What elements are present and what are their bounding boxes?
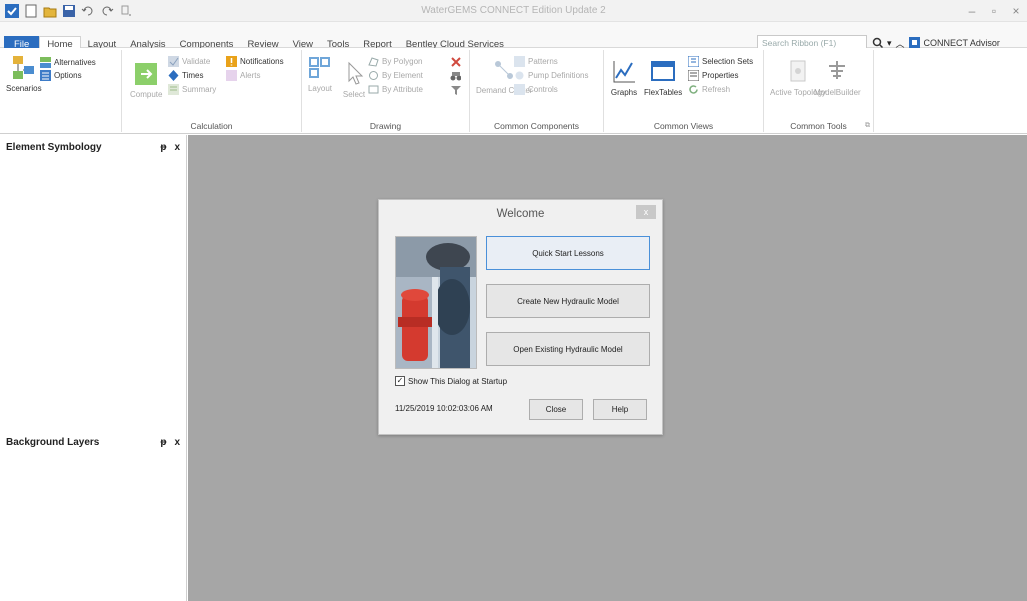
- compute-icon: [135, 63, 158, 85]
- alerts-button[interactable]: Alerts: [226, 70, 260, 81]
- controls-button[interactable]: Controls: [514, 84, 558, 95]
- checkbox-checked-icon[interactable]: ✓: [395, 376, 405, 386]
- times-icon: [168, 70, 179, 81]
- find-button[interactable]: [450, 70, 461, 81]
- flextable-icon: [651, 61, 676, 81]
- window-title: WaterGEMS CONNECT Edition Update 2: [421, 5, 606, 16]
- ribbon-tab-strip: File Home Layout Analysis Components Rev…: [0, 22, 1027, 53]
- refresh-icon: [689, 85, 698, 94]
- scenarios-button[interactable]: Scenarios: [6, 54, 42, 93]
- select-by-element-button[interactable]: By Element: [368, 70, 423, 81]
- binoculars-icon: [450, 72, 461, 81]
- delete-icon: [451, 57, 461, 67]
- ribbon-group-calculation: Compute Validate Times Summary Notificat…: [122, 50, 302, 132]
- options-button[interactable]: Options: [40, 70, 82, 81]
- show-dialog-at-startup-checkbox[interactable]: ✓ Show This Dialog at Startup: [395, 376, 507, 386]
- select-by-attribute-button[interactable]: By Attribute: [368, 84, 423, 95]
- active-topology-icon: [790, 60, 806, 82]
- welcome-hydrant-image: [395, 236, 477, 369]
- welcome-dialog: Welcome x Quick Start Lessons Create New…: [378, 199, 663, 435]
- select-by-polygon-button[interactable]: By Polygon: [368, 56, 422, 67]
- ribbon-group-common-components: Demand Center Patterns Pump Definitions …: [470, 50, 604, 132]
- group-launcher-icon[interactable]: ⧉: [865, 122, 870, 130]
- attribute-icon: [368, 85, 379, 94]
- ribbon-group-drawing: Layout Select By Polygon By Element By A…: [302, 50, 470, 132]
- window-controls: – ▫ ×: [961, 0, 1027, 22]
- delete-button[interactable]: [450, 56, 461, 67]
- scenarios-icon: [12, 56, 34, 79]
- dropdown-arrow-icon[interactable]: ▾: [887, 38, 892, 49]
- open-existing-hydraulic-model-button[interactable]: Open Existing Hydraulic Model: [486, 332, 650, 366]
- dialog-help-button[interactable]: Help: [593, 399, 647, 420]
- ribbon-group-common-views: Graphs FlexTables Selection Sets Propert…: [604, 50, 764, 132]
- dialog-close-icon[interactable]: x: [636, 205, 656, 219]
- ribbon-group-scenarios: Scenarios Alternatives Options: [0, 50, 122, 132]
- select-cursor-icon: [348, 61, 364, 85]
- background-layers-header: Background Layers ᵽ x: [0, 433, 186, 451]
- alerts-icon: [226, 70, 237, 81]
- alternatives-button[interactable]: Alternatives: [40, 57, 96, 68]
- polygon-icon: [368, 57, 379, 67]
- properties-icon: [688, 70, 699, 81]
- notifications-icon: [226, 56, 237, 67]
- dialog-close-button[interactable]: Close: [529, 399, 583, 420]
- element-icon: [369, 71, 378, 80]
- select-button[interactable]: Select: [340, 60, 368, 99]
- quick-start-lessons-button[interactable]: Quick Start Lessons: [486, 236, 650, 270]
- title-bar: WaterGEMS CONNECT Edition Update 2 – ▫ ×: [0, 0, 1027, 22]
- compute-button[interactable]: Compute: [130, 60, 162, 99]
- pump-definitions-button[interactable]: Pump Definitions: [514, 70, 588, 81]
- common-views-group-label: Common Views: [653, 121, 714, 131]
- close-icon[interactable]: x: [174, 437, 180, 448]
- minimize-button[interactable]: –: [961, 0, 983, 22]
- create-new-hydraulic-model-button[interactable]: Create New Hydraulic Model: [486, 284, 650, 318]
- connect-advisor-label[interactable]: CONNECT Advisor: [924, 38, 1000, 48]
- summary-button[interactable]: Summary: [168, 84, 216, 95]
- properties-button[interactable]: Properties: [688, 70, 738, 81]
- restore-button[interactable]: ▫: [983, 0, 1005, 22]
- layout-icon: [309, 57, 330, 78]
- controls-icon: [514, 84, 525, 95]
- pin-icon[interactable]: ᵽ: [160, 437, 166, 448]
- validate-button[interactable]: Validate: [168, 56, 210, 67]
- times-button[interactable]: Times: [168, 70, 203, 81]
- common-tools-group-label: Common Tools: [790, 121, 847, 131]
- close-icon[interactable]: x: [174, 142, 180, 153]
- patterns-button[interactable]: Patterns: [514, 56, 558, 67]
- notifications-button[interactable]: Notifications: [226, 56, 284, 67]
- summary-icon: [168, 84, 179, 95]
- close-window-button[interactable]: ×: [1005, 0, 1027, 22]
- selection-sets-button[interactable]: Selection Sets: [688, 56, 753, 67]
- graphs-button[interactable]: Graphs: [610, 58, 638, 97]
- pin-icon[interactable]: ᵽ: [160, 142, 166, 153]
- element-symbology-title: Element Symbology: [6, 141, 102, 153]
- show-dialog-at-startup-label: Show This Dialog at Startup: [408, 376, 508, 386]
- background-layers-title: Background Layers: [6, 436, 100, 448]
- refresh-button[interactable]: Refresh: [688, 84, 730, 95]
- options-icon: [40, 70, 51, 81]
- selection-sets-icon: [688, 56, 699, 67]
- filter-button[interactable]: [450, 84, 461, 95]
- graph-icon: [613, 61, 635, 83]
- modelbuilder-button[interactable]: ModelBuilder: [814, 58, 861, 97]
- validate-icon: [168, 56, 179, 67]
- dialog-timestamp: 11/25/2019 10:02:03:06 AM: [395, 404, 493, 413]
- patterns-icon: [514, 56, 525, 67]
- dialog-title: Welcome: [496, 208, 545, 220]
- modelbuilder-icon: [829, 61, 846, 79]
- ribbon-group-common-tools: Active Topology ModelBuilder Common Tool…: [764, 50, 874, 132]
- pump-icon: [515, 71, 524, 80]
- flextables-button[interactable]: FlexTables: [644, 58, 682, 97]
- alternatives-icon: [40, 57, 51, 68]
- common-components-group-label: Common Components: [493, 121, 580, 131]
- drawing-group-label: Drawing: [369, 121, 402, 131]
- ribbon: Scenarios Alternatives Options Compute V…: [0, 48, 1027, 134]
- left-dock-panel: Element Symbology ᵽ x Background Layers …: [0, 135, 187, 601]
- layout-button[interactable]: Layout: [306, 54, 334, 93]
- filter-icon: [451, 86, 461, 95]
- element-symbology-header: Element Symbology ᵽ x: [0, 138, 186, 156]
- calculation-group-label: Calculation: [190, 121, 233, 131]
